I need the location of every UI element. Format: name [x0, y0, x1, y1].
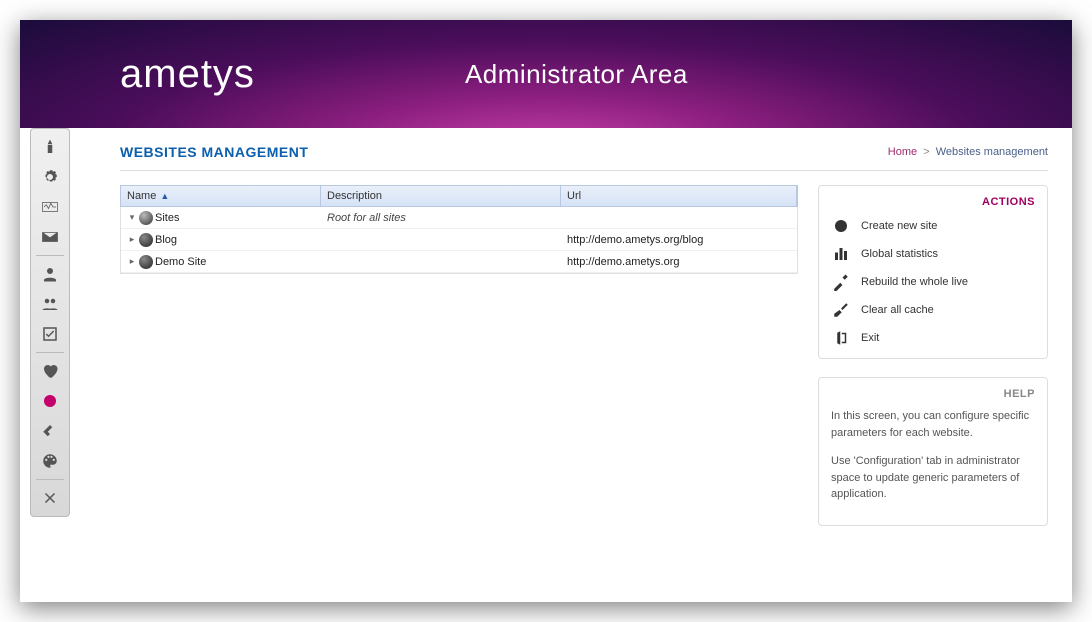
breadcrumb-separator: > — [920, 146, 932, 158]
action-rebuild-live[interactable]: Rebuild the whole live — [831, 272, 1035, 292]
action-label: Exit — [861, 332, 879, 344]
sites-tree: Name ▲ Description Url ▾ — [120, 185, 798, 526]
action-label: Create new site — [861, 220, 937, 232]
action-label: Global statistics — [861, 248, 938, 260]
broom-icon — [831, 300, 851, 320]
globe-icon — [139, 211, 153, 225]
breadcrumb-home[interactable]: Home — [888, 146, 917, 158]
tree-row-site[interactable]: ▸ Demo Site http://demo.ametys.org — [121, 251, 797, 273]
tree-row-site[interactable]: ▸ Blog http://demo.ametys.org/blog — [121, 229, 797, 251]
column-header-url[interactable]: Url — [561, 186, 797, 206]
breadcrumb-current: Websites management — [936, 146, 1048, 158]
node-label: Demo Site — [155, 256, 206, 268]
actions-panel: ACTIONS Create new site Global statistic… — [818, 185, 1048, 359]
sidebar-item-groups[interactable] — [35, 290, 65, 318]
action-create-site[interactable]: Create new site — [831, 216, 1035, 236]
grid-header: Name ▲ Description Url — [120, 185, 798, 207]
sidebar-item-mail[interactable] — [35, 223, 65, 251]
sidebar-item-tasks[interactable] — [35, 320, 65, 348]
column-header-label: Description — [327, 190, 382, 202]
page-title: WEBSITES MANAGEMENT — [120, 144, 308, 160]
node-url: http://demo.ametys.org/blog — [561, 234, 797, 246]
action-label: Clear all cache — [861, 304, 934, 316]
column-header-label: Name — [127, 190, 156, 202]
exit-icon — [831, 328, 851, 348]
collapse-icon[interactable]: ▾ — [127, 213, 137, 223]
nav-sidebar — [30, 128, 70, 517]
sidebar-item-favorites[interactable] — [35, 357, 65, 385]
area-title: Administrator Area — [465, 59, 688, 90]
sort-asc-icon: ▲ — [160, 191, 169, 201]
expand-icon[interactable]: ▸ — [127, 235, 137, 245]
sidebar-separator — [36, 352, 64, 353]
app-header: ametys Administrator Area — [20, 20, 1072, 128]
node-description: Root for all sites — [321, 212, 561, 224]
column-header-name[interactable]: Name ▲ — [121, 186, 321, 206]
sidebar-item-general[interactable] — [35, 133, 65, 161]
create-icon — [831, 216, 851, 236]
app-logo: ametys — [120, 52, 255, 97]
node-url: http://demo.ametys.org — [561, 256, 797, 268]
expand-icon[interactable]: ▸ — [127, 257, 137, 267]
action-exit[interactable]: Exit — [831, 328, 1035, 348]
action-global-stats[interactable]: Global statistics — [831, 244, 1035, 264]
sidebar-item-exit[interactable] — [35, 484, 65, 512]
tree-row-root[interactable]: ▾ Sites Root for all sites — [121, 207, 797, 229]
node-label: Sites — [155, 212, 179, 224]
sidebar-separator — [36, 255, 64, 256]
sidebar-item-plugins[interactable] — [35, 417, 65, 445]
site-icon — [139, 255, 153, 269]
grid-body: ▾ Sites Root for all sites ▸ Blo — [120, 207, 798, 274]
node-label: Blog — [155, 234, 177, 246]
breadcrumb: Home > Websites management — [888, 146, 1048, 158]
actions-panel-title: ACTIONS — [831, 196, 1035, 208]
sidebar-item-users[interactable] — [35, 260, 65, 288]
help-panel-title: HELP — [831, 388, 1035, 400]
sidebar-item-monitoring[interactable] — [35, 193, 65, 221]
help-panel: HELP In this screen, you can configure s… — [818, 377, 1048, 526]
tools-icon — [831, 272, 851, 292]
column-header-label: Url — [567, 190, 581, 202]
site-icon — [139, 233, 153, 247]
page-header: WEBSITES MANAGEMENT Home > Websites mana… — [120, 144, 1048, 171]
column-header-description[interactable]: Description — [321, 186, 561, 206]
sidebar-item-settings[interactable] — [35, 163, 65, 191]
help-text: In this screen, you can configure specif… — [831, 408, 1035, 441]
action-label: Rebuild the whole live — [861, 276, 968, 288]
sidebar-separator — [36, 479, 64, 480]
action-clear-cache[interactable]: Clear all cache — [831, 300, 1035, 320]
stats-icon — [831, 244, 851, 264]
sidebar-item-skins[interactable] — [35, 447, 65, 475]
sidebar-item-websites[interactable] — [35, 387, 65, 415]
help-text: Use 'Configuration' tab in administrator… — [831, 453, 1035, 503]
